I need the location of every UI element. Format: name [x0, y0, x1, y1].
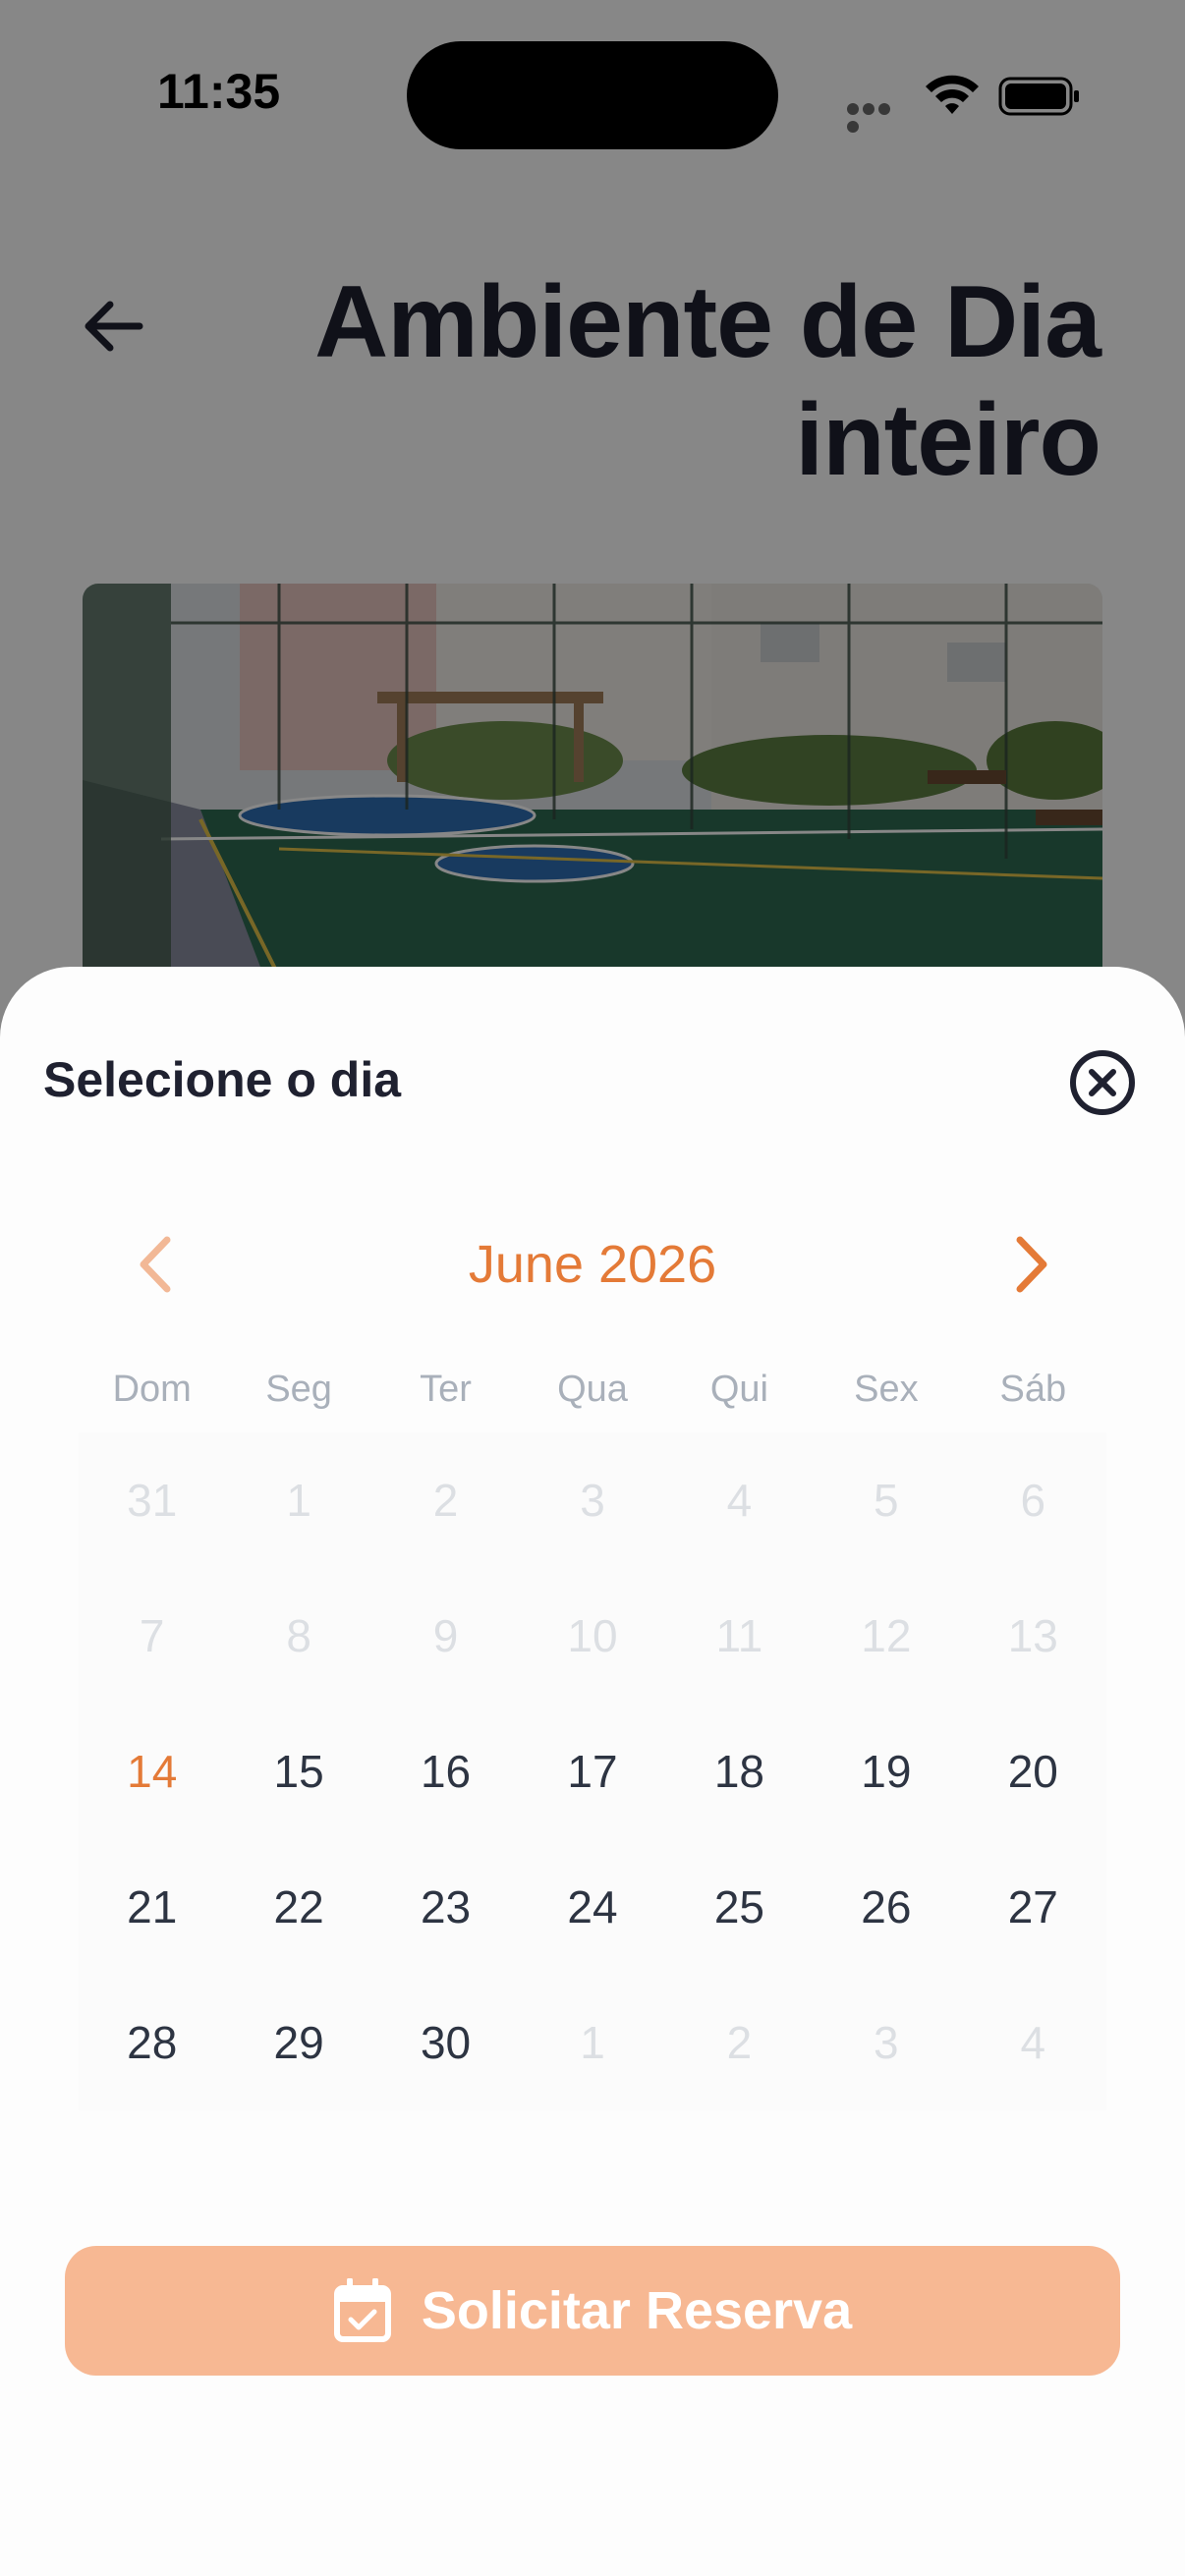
calendar-day[interactable]: 30	[372, 1975, 519, 2110]
calendar-day[interactable]: 23	[372, 1839, 519, 1975]
calendar-day[interactable]: 25	[666, 1839, 813, 1975]
calendar-day[interactable]: 19	[813, 1704, 959, 1839]
calendar-day-disabled: 5	[874, 1475, 899, 1526]
calendar-day[interactable]: 26	[813, 1839, 959, 1975]
calendar-day-disabled: 1	[580, 2017, 605, 2068]
weekday-label: Sáb	[999, 1369, 1067, 1410]
calendar-day[interactable]: 28	[79, 1975, 225, 2110]
calendar-day-disabled: 12	[861, 1610, 912, 1661]
request-reservation-button[interactable]: Solicitar Reserva	[65, 2246, 1120, 2376]
calendar-day-disabled: 2	[726, 2017, 753, 2068]
weekday-header: Dom Seg Ter Qua Qui Sex Sáb	[79, 1360, 1106, 1419]
calendar-day[interactable]: 22	[225, 1839, 371, 1975]
calendar-day-disabled: 9	[432, 1610, 459, 1661]
weekday-label: Dom	[112, 1369, 192, 1410]
calendar-day[interactable]: 16	[372, 1704, 519, 1839]
calendar-day-disabled: 13	[1007, 1610, 1058, 1661]
calendar-day-disabled: 8	[286, 1610, 311, 1661]
calendar-day-disabled: 31	[127, 1475, 178, 1526]
calendar-day[interactable]: 20	[960, 1704, 1106, 1839]
month-label: June 2026	[468, 1235, 717, 1294]
weekday-label: Sex	[854, 1369, 919, 1410]
chevron-right-icon[interactable]	[994, 1230, 1063, 1299]
calendar-day[interactable]: 15	[225, 1704, 371, 1839]
weekday-label: Qua	[557, 1369, 628, 1410]
calendar-day-disabled: 7	[139, 1610, 165, 1661]
calendar-day-disabled: 4	[1020, 2017, 1046, 2068]
calendar-day[interactable]: 21	[79, 1839, 225, 1975]
calendar-day-today[interactable]: 14	[79, 1704, 225, 1839]
chevron-left-icon[interactable]	[124, 1230, 193, 1299]
calendar-day-disabled: 3	[874, 2017, 899, 2068]
calendar-day[interactable]: 29	[225, 1975, 371, 2110]
calendar-day[interactable]: 24	[519, 1839, 665, 1975]
close-icon[interactable]	[1067, 1047, 1138, 1118]
calendar-check-icon	[333, 2278, 391, 2342]
calendar-day-disabled: 3	[580, 1475, 605, 1526]
calendar-day-disabled: 2	[432, 1475, 459, 1526]
calendar-day[interactable]: 18	[666, 1704, 813, 1839]
calendar-day-disabled: 4	[726, 1475, 753, 1526]
sheet-title: Selecione o dia	[43, 1052, 402, 1107]
calendar-day-disabled: 6	[1020, 1475, 1046, 1526]
calendar-day[interactable]: 27	[960, 1839, 1106, 1975]
weekday-label: Ter	[420, 1369, 472, 1410]
calendar-day[interactable]: 17	[519, 1704, 665, 1839]
weekday-label: Qui	[709, 1369, 768, 1410]
weekday-label: Seg	[265, 1369, 332, 1410]
calendar-day-disabled: 1	[286, 1475, 311, 1526]
calendar-day-disabled: 10	[567, 1610, 618, 1661]
calendar-day-disabled: 11	[715, 1610, 763, 1661]
calendar-grid: 31 1 2 3 4 5 6 7 8 9 10 11 12 13 14 15 16 17 18 19 20 21 22 23 2…	[79, 1432, 1106, 2110]
date-picker-sheet: Selecione o dia June 2026 Dom Seg Ter Qu…	[0, 967, 1185, 2576]
request-reservation-label: Solicitar Reserva	[421, 2281, 853, 2340]
